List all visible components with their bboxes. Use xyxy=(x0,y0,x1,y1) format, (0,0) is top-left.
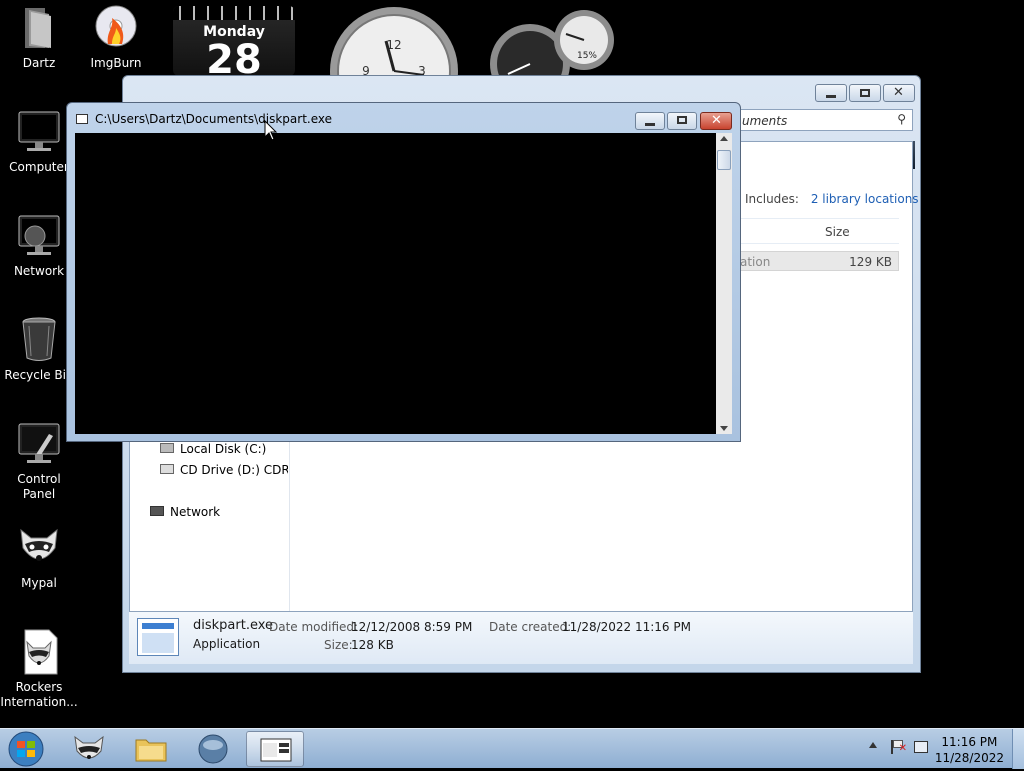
console-app-icon xyxy=(76,114,88,124)
minimize-icon xyxy=(826,95,836,98)
taskbar: ✕ 11:16 PM 11/28/2022 xyxy=(0,728,1024,769)
console-output[interactable] xyxy=(75,133,716,434)
file-row[interactable]: ation 129 KB xyxy=(735,251,899,271)
taskbar-pinned-raccoon[interactable] xyxy=(60,731,118,767)
console-minimize-button[interactable] xyxy=(635,112,665,130)
desktop-icon-label: Dartz xyxy=(22,56,56,70)
close-icon: ✕ xyxy=(893,85,904,100)
details-pane: diskpart.exe Application Date modified: … xyxy=(129,612,913,664)
explorer-minimize-button[interactable] xyxy=(815,84,847,102)
explorer-maximize-button[interactable] xyxy=(849,84,881,102)
computer-monitor-icon xyxy=(15,108,63,156)
desktop-icon-rockers[interactable]: Rockers Internation... xyxy=(0,628,78,710)
application-file-icon xyxy=(137,618,179,656)
scroll-up-arrow-icon[interactable] xyxy=(720,136,728,141)
show-desktop-button[interactable] xyxy=(1012,729,1024,769)
start-button[interactable] xyxy=(4,731,48,767)
date-modified-value: 12/12/2008 8:59 PM xyxy=(351,620,473,634)
clock-date: 11/28/2022 xyxy=(934,751,1004,765)
windows-orb-icon xyxy=(8,731,44,767)
desktop-icon-dartz[interactable]: Dartz xyxy=(0,4,78,71)
nav-item-local-disk[interactable]: Local Disk (C:) xyxy=(160,442,266,456)
folder-icon xyxy=(135,739,167,762)
maximize-icon xyxy=(860,89,870,97)
clock-gadget[interactable]: 12 9 3 xyxy=(328,5,460,77)
file-row-type: ation xyxy=(740,255,771,269)
desktop-icon-label: Control Panel xyxy=(17,472,61,501)
desktop-icon-label: Mypal xyxy=(21,576,57,590)
console-title: C:\Users\Dartz\Documents\diskpart.exe xyxy=(95,112,333,126)
date-created-label: Date created: xyxy=(489,620,572,634)
console-maximize-button[interactable] xyxy=(667,112,697,130)
desktop-icon-label: Rockers Internation... xyxy=(0,680,78,709)
scroll-down-arrow-icon[interactable] xyxy=(720,426,728,431)
calendar-date: 28 xyxy=(206,37,262,76)
console-scrollbar[interactable] xyxy=(716,133,732,434)
network-icon xyxy=(150,506,164,516)
file-row-size: 129 KB xyxy=(849,255,892,269)
control-panel-icon xyxy=(15,420,63,468)
console-window[interactable]: C:\Users\Dartz\Documents\diskpart.exe ✕ xyxy=(66,102,741,442)
search-icon: ⚲ xyxy=(897,112,906,126)
nav-item-network[interactable]: Network xyxy=(150,505,220,519)
explorer-close-button[interactable]: ✕ xyxy=(883,84,915,102)
desktop-icon-label: ImgBurn xyxy=(90,56,142,70)
console-icon xyxy=(260,738,292,762)
taskbar-console-app[interactable] xyxy=(246,731,304,767)
raccoon-app-icon xyxy=(74,735,104,759)
details-file-name: diskpart.exe xyxy=(193,618,274,633)
network-tray-icon[interactable] xyxy=(914,741,928,753)
size-value: 128 KB xyxy=(351,638,394,652)
taskbar-pinned-explorer[interactable] xyxy=(122,731,180,767)
includes-label: Includes: xyxy=(745,192,799,206)
size-label: Size: xyxy=(324,638,353,652)
taskbar-clock[interactable]: 11:16 PM 11/28/2022 xyxy=(935,734,1004,766)
library-locations-link[interactable]: 2 library locations xyxy=(811,192,919,206)
nav-item-label: CD Drive (D:) CDRON xyxy=(180,463,288,477)
mouse-cursor-icon xyxy=(264,120,278,141)
clock-time: 11:16 PM xyxy=(941,735,998,749)
hard-drive-icon xyxy=(160,443,174,453)
desktop-icon-imgburn[interactable]: ImgBurn xyxy=(77,4,155,71)
show-hidden-icons-button[interactable] xyxy=(869,742,877,748)
date-modified-label: Date modified: xyxy=(269,620,359,634)
network-globe-icon xyxy=(15,212,63,260)
minimize-icon xyxy=(645,123,655,126)
library-includes: Includes: 2 library locations xyxy=(745,192,919,206)
close-icon: ✕ xyxy=(711,113,722,128)
globe-icon xyxy=(198,734,228,764)
raccoon-document-icon xyxy=(15,628,63,676)
nav-item-label: Network xyxy=(170,505,221,519)
nav-item-cd-drive[interactable]: CD Drive (D:) CDRON xyxy=(160,463,288,477)
cd-drive-icon xyxy=(160,464,174,474)
explorer-search-input[interactable]: uments ⚲ xyxy=(735,109,913,131)
nav-item-label: Local Disk (C:) xyxy=(180,442,267,456)
console-close-button[interactable]: ✕ xyxy=(700,112,732,130)
column-header-row: Size xyxy=(735,218,899,244)
cpu-meter-gadget[interactable]: 15% xyxy=(488,8,618,78)
recycle-bin-icon xyxy=(15,316,63,364)
raccoon-icon xyxy=(15,524,63,572)
user-folder-icon xyxy=(15,4,63,52)
search-input-text: uments xyxy=(742,114,788,128)
date-created-value: 11/28/2022 11:16 PM xyxy=(562,620,691,634)
action-center-flag-icon[interactable]: ✕ xyxy=(891,740,907,754)
imgburn-icon xyxy=(92,4,140,52)
taskbar-pinned-browser[interactable] xyxy=(184,731,242,767)
maximize-icon xyxy=(677,116,687,124)
cpu-meter-percent: 15% xyxy=(577,51,597,61)
column-header-size[interactable]: Size xyxy=(825,225,850,239)
calendar-rings xyxy=(173,6,295,20)
desktop-icon-mypal[interactable]: Mypal xyxy=(0,524,78,591)
scrollbar-thumb[interactable] xyxy=(717,150,731,170)
details-file-type: Application xyxy=(193,637,261,651)
calendar-gadget[interactable]: Monday 28 xyxy=(173,6,295,76)
